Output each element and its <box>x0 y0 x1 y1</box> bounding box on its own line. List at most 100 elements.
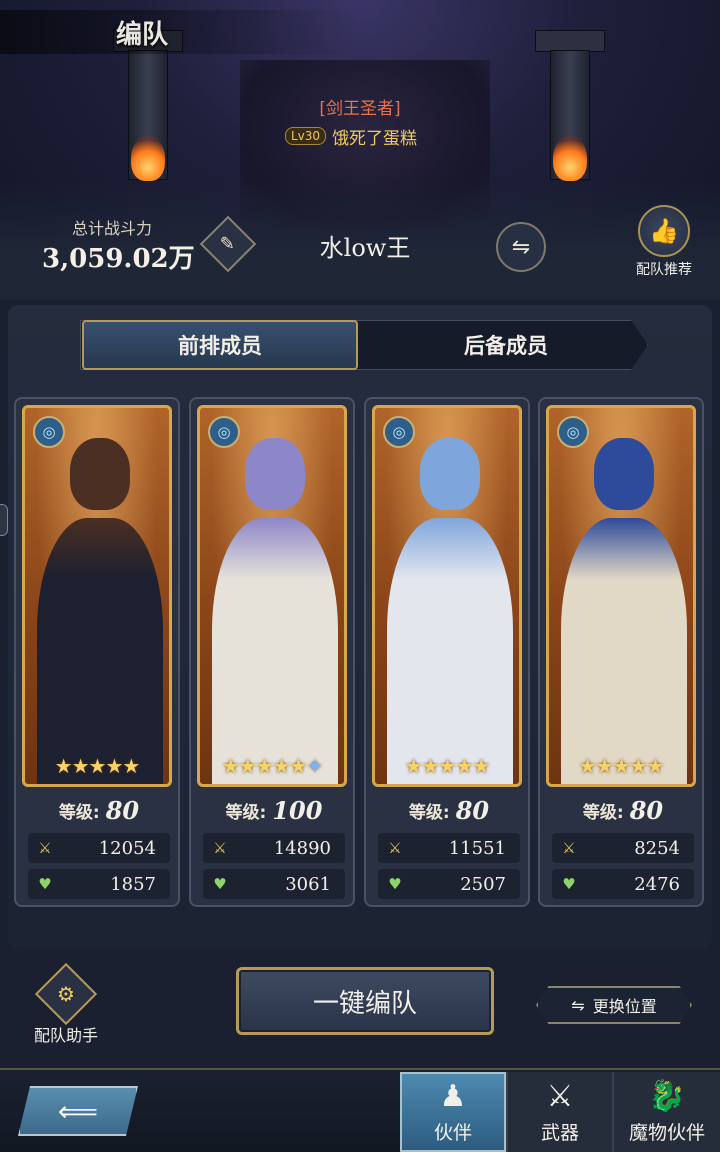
team-recommend-button[interactable]: 👍 配队推荐 <box>628 205 700 278</box>
dragon-icon: 🐉 <box>648 1078 686 1114</box>
switch-team-button[interactable]: ⇋ <box>496 222 546 272</box>
member-card[interactable]: ◎ ★★★★★ 等级: 80 ⚔ 12054 ♥ 1857 <box>14 397 180 907</box>
level-label: 等级: <box>58 802 100 823</box>
member-hp: ♥ 3061 <box>203 869 345 899</box>
water-swirl-icon: ◎ <box>208 416 240 448</box>
level-value: 80 <box>629 795 664 825</box>
nav-weapon-label: 武器 <box>540 1121 579 1144</box>
attack-value: 8254 <box>634 837 680 859</box>
member-attack: ⚔ 11551 <box>378 833 520 863</box>
team-helper-label: 配队助手 <box>33 1026 98 1045</box>
nav-partner-label: 伙伴 <box>433 1121 472 1144</box>
member-attack: ⚔ 8254 <box>552 833 694 863</box>
water-swirl-icon: ◎ <box>33 416 65 448</box>
attack-value: 14890 <box>273 837 331 859</box>
total-power-label: 总计战斗力 <box>72 219 153 238</box>
pillar-cap-right <box>535 30 605 52</box>
player-info: Lv30 饿死了蛋糕 <box>285 124 418 149</box>
awaken-star-icon: ✦ <box>306 754 323 778</box>
crossed-swords-icon: ⚔ <box>546 1078 574 1114</box>
nav-tab-weapon[interactable]: ⚔ 武器 <box>506 1072 612 1152</box>
page-title: 编队 <box>116 20 169 50</box>
total-power-value: 3,059.02万 <box>42 244 195 274</box>
level-value: 100 <box>272 795 323 825</box>
member-level: 等级: 100 <box>203 795 345 825</box>
hp-value: 3061 <box>285 873 331 895</box>
star-rating: ★★★★★✦ <box>221 754 323 778</box>
back-arrow-icon: ⟸ <box>57 1094 99 1128</box>
partner-silhouette-icon: ♟ <box>439 1078 467 1114</box>
team-helper-button[interactable]: ⚙ 配队助手 <box>24 962 108 1045</box>
member-card[interactable]: ◎ ★★★★★ 等级: 80 ⚔ 8254 ♥ 2476 <box>538 397 704 907</box>
member-card[interactable]: ◎ ★★★★★✦ 等级: 100 ⚔ 14890 ♥ 3061 <box>189 397 355 907</box>
member-hp: ♥ 2476 <box>552 869 694 899</box>
character-figure-body <box>212 518 338 784</box>
character-figure-body <box>561 518 687 784</box>
level-label: 等级: <box>225 802 267 823</box>
character-figure-body <box>387 518 513 784</box>
swap-arrows-icon: ⇋ <box>511 234 531 260</box>
character-portrait: ◎ ★★★★★ <box>22 405 172 787</box>
character-portrait: ◎ ★★★★★ <box>546 405 696 787</box>
character-figure-hair <box>594 438 654 510</box>
player-title: [剑王圣者] <box>319 99 401 119</box>
team-name: 水low王 <box>319 234 411 262</box>
auto-formation-button[interactable]: 一键编队 <box>236 967 494 1035</box>
member-level: 等级: 80 <box>552 795 694 825</box>
swap-position-label: 更换位置 <box>592 997 657 1016</box>
nav-monster-label: 魔物伙伴 <box>628 1121 705 1144</box>
thumbs-up-icon: 👍 <box>638 205 690 257</box>
swap-arrows-icon: ⇋ <box>571 995 585 1015</box>
star-rating: ★★★★★ <box>54 754 141 778</box>
side-drawer-handle[interactable] <box>0 504 8 536</box>
level-label: 等级: <box>408 802 450 823</box>
member-level: 等级: 80 <box>28 795 170 825</box>
tab-reserve-members[interactable]: 后备成员 <box>368 320 644 370</box>
player-name: 饿死了蛋糕 <box>332 128 418 149</box>
gear-wing-icon: ⚙ <box>34 962 98 1026</box>
tab-front-members[interactable]: 前排成员 <box>82 320 358 370</box>
star-rating: ★★★★★ <box>404 754 491 778</box>
crossed-swords-icon: ⚔ <box>388 839 402 857</box>
hp-value: 2507 <box>460 873 506 895</box>
member-card[interactable]: ◎ ★★★★★ 等级: 80 ⚔ 11551 ♥ 2507 <box>364 397 530 907</box>
feather-icon: ✎ <box>220 233 236 255</box>
crossed-swords-icon: ⚔ <box>562 839 576 857</box>
level-label: 等级: <box>582 802 624 823</box>
player-level-badge: Lv30 <box>285 127 327 145</box>
nav-tab-partner[interactable]: ♟ 伙伴 <box>400 1072 506 1152</box>
character-figure-hair <box>245 438 305 510</box>
level-value: 80 <box>455 795 490 825</box>
heart-icon: ♥ <box>388 875 402 893</box>
level-value: 80 <box>105 795 140 825</box>
brazier-fire-right <box>553 135 587 181</box>
crossed-swords-icon: ⚔ <box>213 839 227 857</box>
hp-value: 2476 <box>634 873 680 895</box>
heart-icon: ♥ <box>213 875 227 893</box>
heart-icon: ♥ <box>38 875 52 893</box>
character-portrait: ◎ ★★★★★✦ <box>197 405 347 787</box>
water-swirl-icon: ◎ <box>383 416 415 448</box>
water-swirl-icon: ◎ <box>557 416 589 448</box>
star-rating: ★★★★★ <box>578 754 665 778</box>
character-portrait: ◎ ★★★★★ <box>372 405 522 787</box>
nav-tab-monster[interactable]: 🐉 魔物伙伴 <box>612 1072 720 1152</box>
member-level: 等级: 80 <box>378 795 520 825</box>
member-hp: ♥ 2507 <box>378 869 520 899</box>
title-strip <box>0 10 360 54</box>
team-recommend-label: 配队推荐 <box>636 262 692 278</box>
back-button[interactable]: ⟸ <box>18 1086 138 1136</box>
attack-value: 12054 <box>98 837 156 859</box>
swap-position-button[interactable]: ⇋ 更换位置 <box>536 986 692 1024</box>
member-attack: ⚔ 12054 <box>28 833 170 863</box>
member-attack: ⚔ 14890 <box>203 833 345 863</box>
brazier-fire-left <box>131 135 165 181</box>
member-hp: ♥ 1857 <box>28 869 170 899</box>
character-figure-hair <box>420 438 480 510</box>
crossed-swords-icon: ⚔ <box>38 839 52 857</box>
heart-icon: ♥ <box>562 875 576 893</box>
attack-value: 11551 <box>448 837 506 859</box>
character-figure-body <box>37 518 163 784</box>
hp-value: 1857 <box>110 873 156 895</box>
character-figure-hair <box>70 438 130 510</box>
